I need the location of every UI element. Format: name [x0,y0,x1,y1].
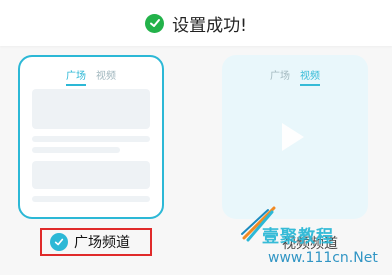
watermark-url: www.111cn.Net [268,250,378,266]
play-icon [282,123,304,151]
preview-line-placeholder [32,196,150,202]
preview-banner-placeholder [32,89,150,129]
preview-tab-video: 视频 [96,71,116,82]
preview-tabs: 广场 视频 [224,67,366,86]
success-toast: 设置成功! [0,0,392,46]
check-circle-icon [50,233,68,251]
preview-tab-plaza: 广场 [270,71,290,82]
preview-line-placeholder [32,147,120,153]
preview-tab-plaza: 广场 [66,67,86,86]
check-circle-icon [145,13,165,33]
preview-tabs: 广场 视频 [20,67,162,86]
plaza-channel-label: 广场频道 [74,235,130,251]
toast-message: 设置成功! [172,15,247,36]
preview-line-placeholder [32,136,150,142]
plaza-channel-option[interactable]: 广场频道 [40,228,152,256]
channel-option-video-card[interactable]: 广场 视频 [222,55,368,219]
channel-option-plaza-card[interactable]: 广场 视频 [18,55,164,219]
preview-grid-placeholder [32,161,150,189]
preview-tab-video: 视频 [300,67,320,86]
watermark-text: 壹聚教程 [262,227,334,247]
